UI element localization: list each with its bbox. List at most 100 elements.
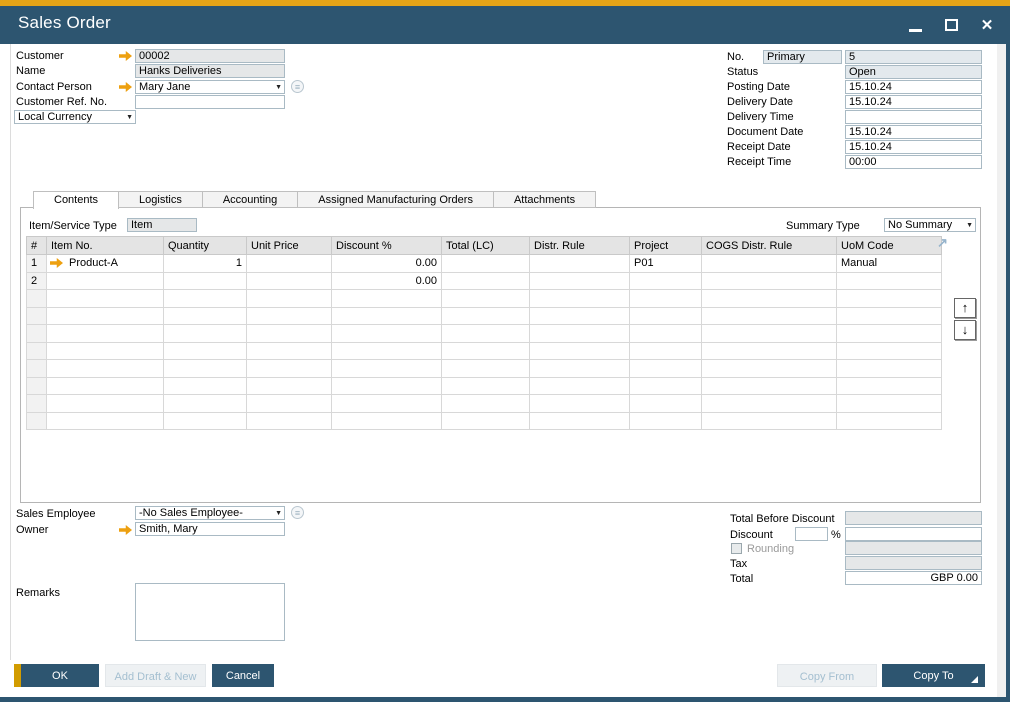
tab-contents[interactable]: Contents [33, 191, 119, 209]
discount-cell[interactable]: 0.00 [332, 255, 442, 273]
quantity-cell[interactable] [164, 412, 247, 430]
distr-rule-cell[interactable] [530, 377, 630, 395]
summary-type-dropdown[interactable]: No Summary ▼ [884, 218, 976, 232]
choose-from-list-icon[interactable]: ≡ [291, 506, 304, 519]
total-lc-cell[interactable] [442, 412, 530, 430]
project-cell[interactable] [630, 272, 702, 290]
col-header-uom-code[interactable]: UoM Code [837, 237, 942, 255]
row-number-cell[interactable] [27, 307, 47, 325]
total-lc-cell[interactable] [442, 307, 530, 325]
item-no-cell[interactable] [47, 307, 164, 325]
item-no-cell[interactable] [47, 290, 164, 308]
uom-code-cell[interactable] [837, 307, 942, 325]
quantity-cell[interactable] [164, 360, 247, 378]
discount-cell[interactable] [332, 377, 442, 395]
row-number-cell[interactable] [27, 412, 47, 430]
uom-code-cell[interactable] [837, 342, 942, 360]
choose-from-list-icon[interactable]: ≡ [291, 80, 304, 93]
distr-rule-cell[interactable] [530, 307, 630, 325]
project-cell[interactable] [630, 325, 702, 343]
uom-code-cell[interactable] [837, 395, 942, 413]
cogs-distr-rule-cell[interactable] [702, 325, 837, 343]
expand-table-icon[interactable]: ↗ [935, 235, 950, 250]
unit-price-cell[interactable] [247, 272, 332, 290]
currency-dropdown[interactable]: Local Currency ▼ [14, 110, 136, 124]
distr-rule-cell[interactable] [530, 395, 630, 413]
col-header-item-no[interactable]: Item No. [47, 237, 164, 255]
unit-price-cell[interactable] [247, 395, 332, 413]
unit-price-cell[interactable] [247, 255, 332, 273]
copy-to-button[interactable]: Copy To [882, 664, 985, 687]
uom-code-cell[interactable] [837, 290, 942, 308]
link-arrow-icon[interactable] [50, 258, 63, 268]
cogs-distr-rule-cell[interactable] [702, 412, 837, 430]
col-header-unit-price[interactable]: Unit Price [247, 237, 332, 255]
project-cell[interactable] [630, 290, 702, 308]
discount-cell[interactable] [332, 342, 442, 360]
discount-cell[interactable] [332, 395, 442, 413]
distr-rule-cell[interactable] [530, 290, 630, 308]
col-header-num[interactable]: # [27, 237, 47, 255]
project-cell[interactable] [630, 395, 702, 413]
total-lc-cell[interactable] [442, 395, 530, 413]
total-lc-cell[interactable] [442, 272, 530, 290]
row-number-cell[interactable] [27, 342, 47, 360]
distr-rule-cell[interactable] [530, 412, 630, 430]
document-date-field[interactable]: 15.10.24 [845, 125, 982, 139]
unit-price-cell[interactable] [247, 360, 332, 378]
tab-assigned-manufacturing-orders[interactable]: Assigned Manufacturing Orders [298, 191, 494, 208]
item-no-cell[interactable] [47, 325, 164, 343]
project-cell[interactable] [630, 342, 702, 360]
quantity-cell[interactable] [164, 272, 247, 290]
discount-cell[interactable] [332, 412, 442, 430]
unit-price-cell[interactable] [247, 412, 332, 430]
distr-rule-cell[interactable] [530, 342, 630, 360]
project-cell[interactable]: P01 [630, 255, 702, 273]
item-no-cell[interactable] [47, 377, 164, 395]
sales-employee-dropdown[interactable]: -No Sales Employee- ▼ [135, 506, 285, 520]
cogs-distr-rule-cell[interactable] [702, 307, 837, 325]
minimize-button[interactable] [906, 16, 924, 34]
row-number-cell[interactable] [27, 325, 47, 343]
customer-field[interactable]: 00002 [135, 49, 285, 63]
cogs-distr-rule-cell[interactable] [702, 395, 837, 413]
receipt-date-field[interactable]: 15.10.24 [845, 140, 982, 154]
col-header-discount[interactable]: Discount % [332, 237, 442, 255]
unit-price-cell[interactable] [247, 290, 332, 308]
row-number-cell[interactable] [27, 377, 47, 395]
uom-code-cell[interactable]: Manual [837, 255, 942, 273]
receipt-time-field[interactable]: 00:00 [845, 155, 982, 169]
item-no-cell[interactable] [47, 360, 164, 378]
cancel-button[interactable]: Cancel [212, 664, 274, 687]
total-lc-cell[interactable] [442, 325, 530, 343]
owner-field[interactable]: Smith, Mary [135, 522, 285, 536]
quantity-cell[interactable] [164, 325, 247, 343]
project-cell[interactable] [630, 377, 702, 395]
total-lc-cell[interactable] [442, 377, 530, 395]
row-number-cell[interactable] [27, 290, 47, 308]
copy-from-button[interactable]: Copy From [777, 664, 877, 687]
cogs-distr-rule-cell[interactable] [702, 272, 837, 290]
item-no-cell[interactable] [47, 412, 164, 430]
discount-cell[interactable] [332, 360, 442, 378]
row-up-button[interactable]: ↑ [954, 298, 976, 318]
posting-date-field[interactable]: 15.10.24 [845, 80, 982, 94]
quantity-cell[interactable] [164, 395, 247, 413]
item-service-type-field[interactable]: Item [127, 218, 197, 232]
quantity-cell[interactable] [164, 307, 247, 325]
item-no-cell[interactable] [47, 272, 164, 290]
cogs-distr-rule-cell[interactable] [702, 377, 837, 395]
close-button[interactable]: ✕ [978, 16, 996, 34]
doc-number-field[interactable]: 5 [845, 50, 982, 64]
project-cell[interactable] [630, 360, 702, 378]
cogs-distr-rule-cell[interactable] [702, 255, 837, 273]
project-cell[interactable] [630, 412, 702, 430]
link-arrow-icon[interactable] [119, 525, 132, 535]
unit-price-cell[interactable] [247, 325, 332, 343]
uom-code-cell[interactable] [837, 360, 942, 378]
quantity-cell[interactable]: 1 [164, 255, 247, 273]
total-lc-cell[interactable] [442, 290, 530, 308]
row-number-cell[interactable]: 2 [27, 272, 47, 290]
discount-cell[interactable] [332, 290, 442, 308]
col-header-project[interactable]: Project [630, 237, 702, 255]
